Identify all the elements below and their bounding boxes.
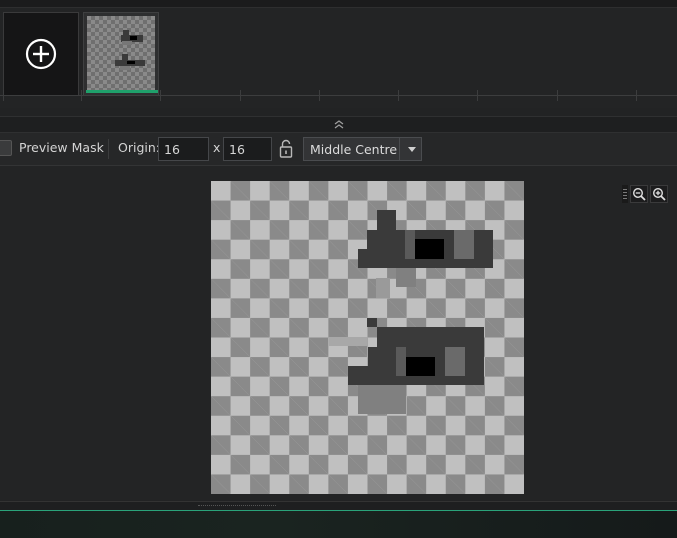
zoom-out-icon — [632, 187, 646, 201]
frame-thumbnail-image — [87, 16, 155, 91]
zoom-in-icon — [652, 187, 666, 201]
sprite-canvas-area[interactable] — [0, 166, 677, 500]
origin-preset-value: Middle Centre — [310, 142, 398, 157]
preview-mask-label: Preview Mask — [19, 140, 104, 155]
sprite-preview — [211, 181, 524, 494]
origin-lock-button[interactable] — [278, 139, 294, 159]
top-strip — [0, 0, 677, 8]
origin-preset-dropdown[interactable]: Middle Centre — [303, 137, 422, 161]
frame-thumbnail[interactable] — [83, 12, 159, 96]
frame-timeline-ruler — [0, 90, 677, 102]
origin-separator: x — [213, 140, 221, 155]
add-frame-button[interactable] — [3, 12, 79, 96]
origin-y-field[interactable]: 16 — [223, 137, 272, 161]
collapse-frames-toggle[interactable] — [0, 116, 677, 133]
zoom-grip-handle[interactable] — [622, 185, 628, 203]
double-chevron-up-icon — [334, 120, 343, 129]
sprite-toolbar: Preview Mask Origin: 16 x 16 Middle Cent… — [0, 133, 677, 166]
origin-label: Origin: — [118, 140, 160, 155]
preview-mask-checkbox[interactable] — [0, 140, 12, 156]
zoom-controls — [622, 184, 668, 204]
unlocked-padlock-icon — [279, 139, 293, 158]
zoom-in-button[interactable] — [650, 185, 668, 203]
toolbar-divider — [108, 139, 109, 159]
origin-x-field[interactable]: 16 — [158, 137, 209, 161]
zoom-out-button[interactable] — [630, 185, 648, 203]
plus-circle-icon — [25, 38, 57, 70]
chevron-down-icon — [408, 147, 416, 152]
bottom-panel — [0, 510, 677, 538]
